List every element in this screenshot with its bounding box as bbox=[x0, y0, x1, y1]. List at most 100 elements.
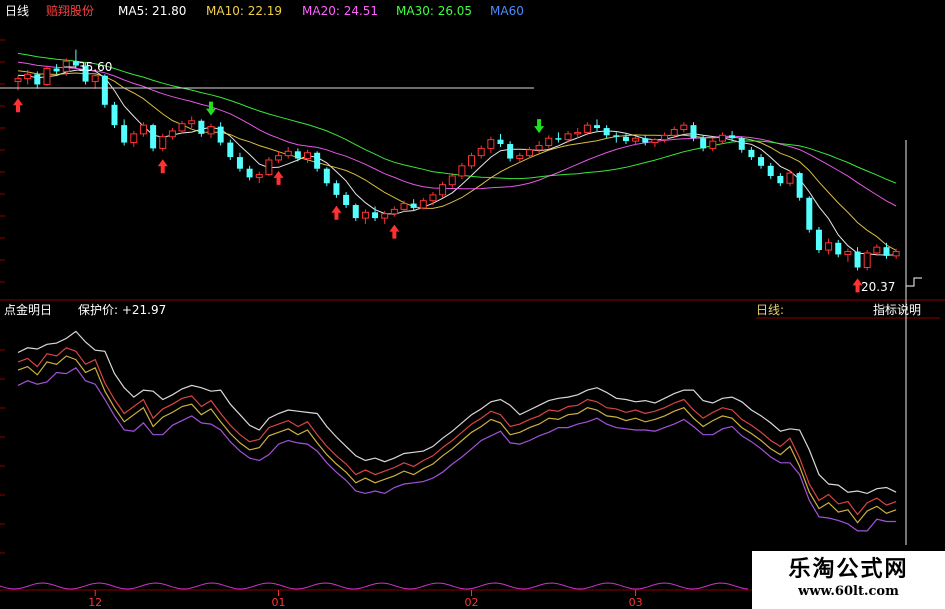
candle-body-up bbox=[275, 155, 283, 161]
x-tick-label: 12 bbox=[88, 596, 102, 609]
candle-body-up bbox=[873, 246, 881, 254]
ma10-line bbox=[17, 70, 897, 251]
indicator-lines bbox=[17, 330, 897, 532]
ma30-line bbox=[17, 52, 897, 184]
candle-body-down bbox=[758, 157, 765, 166]
candle-body-down bbox=[352, 205, 359, 219]
candle-body-down bbox=[622, 136, 629, 142]
candle-body-up bbox=[188, 120, 196, 125]
candle-body-up bbox=[583, 124, 591, 133]
candle-body-down bbox=[815, 229, 822, 251]
candle-body-down bbox=[690, 125, 697, 139]
candle-body-up bbox=[400, 203, 408, 210]
candle-body-up bbox=[709, 140, 717, 149]
sell-arrow-icon bbox=[206, 101, 216, 116]
candle-body-up bbox=[786, 172, 794, 184]
candle-body-down bbox=[777, 175, 784, 184]
candle-body-down bbox=[410, 203, 417, 208]
legend-tag: 日线: bbox=[756, 303, 784, 317]
candle-body-down bbox=[236, 157, 243, 169]
candle-body-up bbox=[429, 194, 437, 202]
candle-body-up bbox=[448, 175, 456, 186]
period-label: 日线 bbox=[5, 4, 29, 18]
candle-body-up bbox=[661, 134, 669, 141]
buy-arrow-icon bbox=[13, 98, 23, 113]
candle-body-up bbox=[545, 137, 553, 146]
grid-lines bbox=[0, 39, 5, 554]
candle-body-up bbox=[487, 139, 495, 149]
buy-arrow-icon bbox=[389, 224, 400, 239]
candle-body-down bbox=[854, 251, 861, 268]
candle-body-up bbox=[670, 128, 678, 136]
candle-body-down bbox=[738, 138, 745, 150]
candle-body-down bbox=[121, 125, 128, 143]
candle-body-down bbox=[748, 149, 755, 158]
candle-body-up bbox=[680, 124, 688, 130]
candle-body-down bbox=[642, 138, 649, 143]
ma10-label: MA10: 22.19 bbox=[206, 4, 282, 18]
candle-body-up bbox=[564, 133, 572, 141]
candle-body-up bbox=[284, 150, 292, 157]
candle-body-up bbox=[477, 147, 485, 157]
candle-body-up bbox=[516, 155, 524, 160]
candle-body-down bbox=[314, 152, 321, 169]
candle-body-up bbox=[439, 184, 447, 196]
candle-body-up bbox=[304, 152, 311, 160]
candle-body-down bbox=[343, 194, 350, 206]
x-tick-label: 03 bbox=[629, 596, 643, 609]
candle-body-down bbox=[883, 247, 890, 256]
candle-body-down bbox=[246, 168, 253, 178]
kline-chart[interactable]: 1201020304 日线 赔翔股份 MA5: 21.80 MA10: 22.1… bbox=[0, 0, 945, 609]
ma30-label: MA30: 26.05 bbox=[396, 4, 472, 18]
candle-body-down bbox=[507, 144, 514, 159]
candle-body-up bbox=[130, 133, 138, 144]
candle-body-down bbox=[294, 151, 301, 159]
candle-body-down bbox=[198, 120, 205, 134]
high-price-label: 35.60 bbox=[78, 60, 112, 74]
indicator-line-yellow bbox=[17, 355, 897, 524]
protect-price-label: 保护价: +21.97 bbox=[78, 303, 166, 317]
candle-body-down bbox=[603, 128, 610, 136]
candle-body-down bbox=[835, 242, 842, 255]
candle-body-down bbox=[150, 125, 157, 149]
watermark-logo: 乐淘公式网 www.60lt.com bbox=[752, 551, 945, 609]
candle-body-up bbox=[178, 123, 186, 132]
ma-lines bbox=[17, 52, 897, 256]
candle-body-down bbox=[767, 165, 774, 176]
candle-body-up bbox=[458, 165, 466, 177]
candle-body-up bbox=[159, 136, 167, 149]
x-tick-label: 02 bbox=[465, 596, 479, 609]
candle-body-up bbox=[139, 124, 147, 135]
ma20-line bbox=[17, 61, 897, 207]
candle-body-down bbox=[806, 197, 813, 230]
chart-header: 日线 赔翔股份 MA5: 21.80 MA10: 22.19 MA20: 24.… bbox=[5, 3, 524, 18]
indicator-line-purple bbox=[17, 367, 897, 532]
candle-body-up bbox=[62, 60, 70, 72]
candle-body-up bbox=[265, 159, 273, 176]
candle-body-down bbox=[555, 138, 562, 140]
candle-body-up bbox=[468, 155, 476, 167]
candle-body-down bbox=[53, 68, 60, 72]
candle-body-down bbox=[613, 135, 620, 137]
candle-body-up bbox=[825, 242, 833, 251]
candle-body-down bbox=[700, 138, 707, 149]
candle-body-down bbox=[497, 139, 504, 145]
candle-body-down bbox=[729, 135, 736, 139]
buy-arrow-icon bbox=[331, 205, 342, 220]
low-price-label: 20.37 bbox=[861, 280, 895, 294]
ma5-label: MA5: 21.80 bbox=[118, 4, 186, 18]
candle-body-up bbox=[574, 131, 582, 135]
indicator-name: 点金明日 bbox=[4, 302, 52, 317]
candle-body-down bbox=[111, 104, 118, 126]
candle-body-down bbox=[594, 125, 600, 129]
candle-body-up bbox=[24, 73, 32, 80]
candle-body-up bbox=[91, 75, 99, 83]
indicator-help-link[interactable]: 指标说明 bbox=[873, 302, 921, 317]
buy-arrow-icon bbox=[273, 170, 284, 185]
stock-name: 赔翔股份 bbox=[46, 3, 94, 18]
candle-body-down bbox=[217, 126, 224, 143]
ma20-label: MA20: 24.51 bbox=[302, 4, 378, 18]
candle-body-up bbox=[381, 213, 389, 219]
candle-body-down bbox=[796, 173, 803, 198]
candle-body-down bbox=[333, 183, 340, 195]
